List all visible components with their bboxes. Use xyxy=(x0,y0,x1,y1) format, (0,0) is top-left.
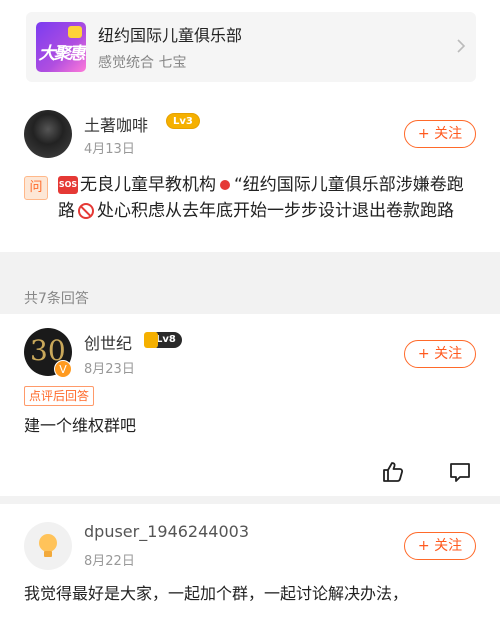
avatar[interactable] xyxy=(24,522,72,570)
follow-button[interactable]: + 关注 xyxy=(404,120,476,148)
sos-icon: SOS xyxy=(58,176,78,194)
chevron-right-icon xyxy=(457,39,466,53)
question-text-part3: 处心积虑从去年底开始一步步设计退出卷款跑路 xyxy=(97,201,454,221)
answers-count: 共7条回答 xyxy=(24,291,89,307)
follow-button[interactable]: + 关注 xyxy=(404,532,476,560)
shop-name: 纽约国际儿童俱乐部 xyxy=(98,26,243,45)
question-author-name[interactable]: 土著咖啡 xyxy=(84,112,148,136)
question-text-part1: 无良儿童早教机构 xyxy=(80,175,216,195)
level-badge: Lv8 xyxy=(144,332,182,348)
answer-text: 建一个维权群吧 xyxy=(24,416,137,435)
follow-button[interactable]: + 关注 xyxy=(404,340,476,368)
answer-author-name[interactable]: dpuser_1946244003 xyxy=(84,522,249,541)
shop-card[interactable]: 大聚惠 纽约国际儿童俱乐部 感觉统合 七宝 xyxy=(26,12,476,82)
avatar[interactable] xyxy=(24,110,72,158)
shop-logo-text: 大聚惠 xyxy=(38,44,86,64)
shop-logo: 大聚惠 xyxy=(36,22,86,72)
level-badge: Lv3 xyxy=(166,113,200,129)
comment-icon[interactable] xyxy=(448,460,472,484)
logo-badge xyxy=(68,26,82,38)
answer-text: 我觉得最好是大家，一起加个群，一起讨论解决办法， xyxy=(24,584,409,603)
thumbs-up-icon[interactable] xyxy=(381,460,405,484)
review-tag: 点评后回答 xyxy=(24,386,95,406)
question-text: SOS 无良儿童早教机构 “纽约国际儿童俱乐部涉嫌卷跑路 处心积虑从去年底开始一步步设… xyxy=(58,172,478,224)
answer-date: 8月22日 xyxy=(84,554,135,569)
answer-author-name[interactable]: 创世纪 xyxy=(84,330,132,354)
question-date: 4月13日 xyxy=(84,142,135,157)
verified-badge: V xyxy=(54,360,72,378)
prohibited-icon xyxy=(78,203,94,219)
shop-tags: 感觉统合 七宝 xyxy=(98,55,187,71)
pin-icon xyxy=(220,180,230,190)
question-mark-badge: 问 xyxy=(24,176,48,200)
answer-date: 8月23日 xyxy=(84,362,135,377)
section-divider xyxy=(0,496,500,504)
lightbulb-icon xyxy=(39,534,57,557)
